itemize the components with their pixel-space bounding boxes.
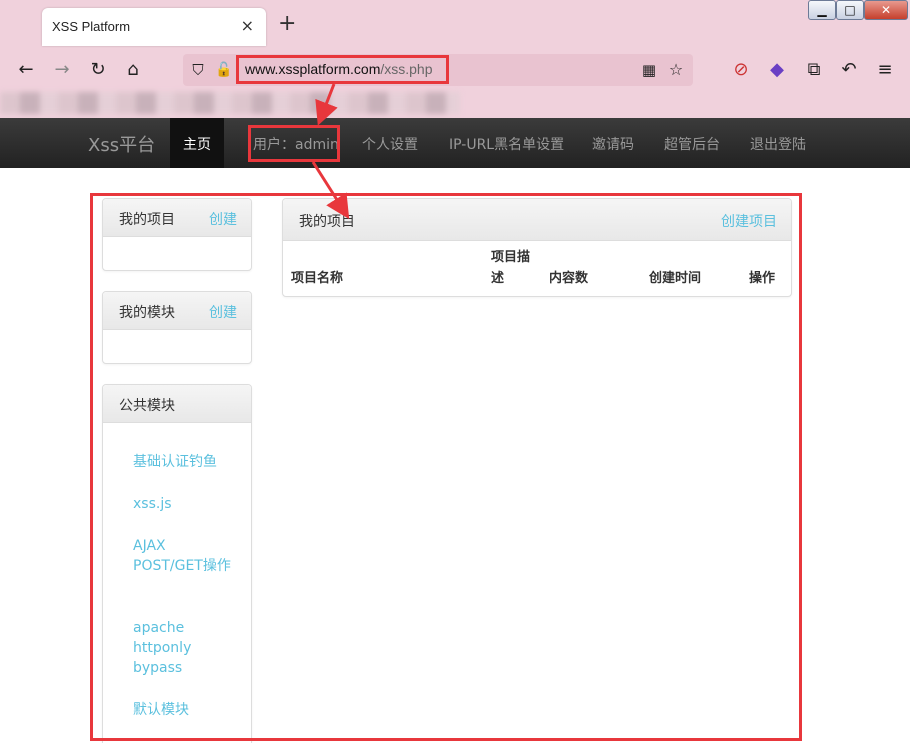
arrow-to-user — [315, 83, 338, 126]
annotation-arrows — [311, 83, 350, 220]
arrow-to-content — [311, 161, 350, 220]
